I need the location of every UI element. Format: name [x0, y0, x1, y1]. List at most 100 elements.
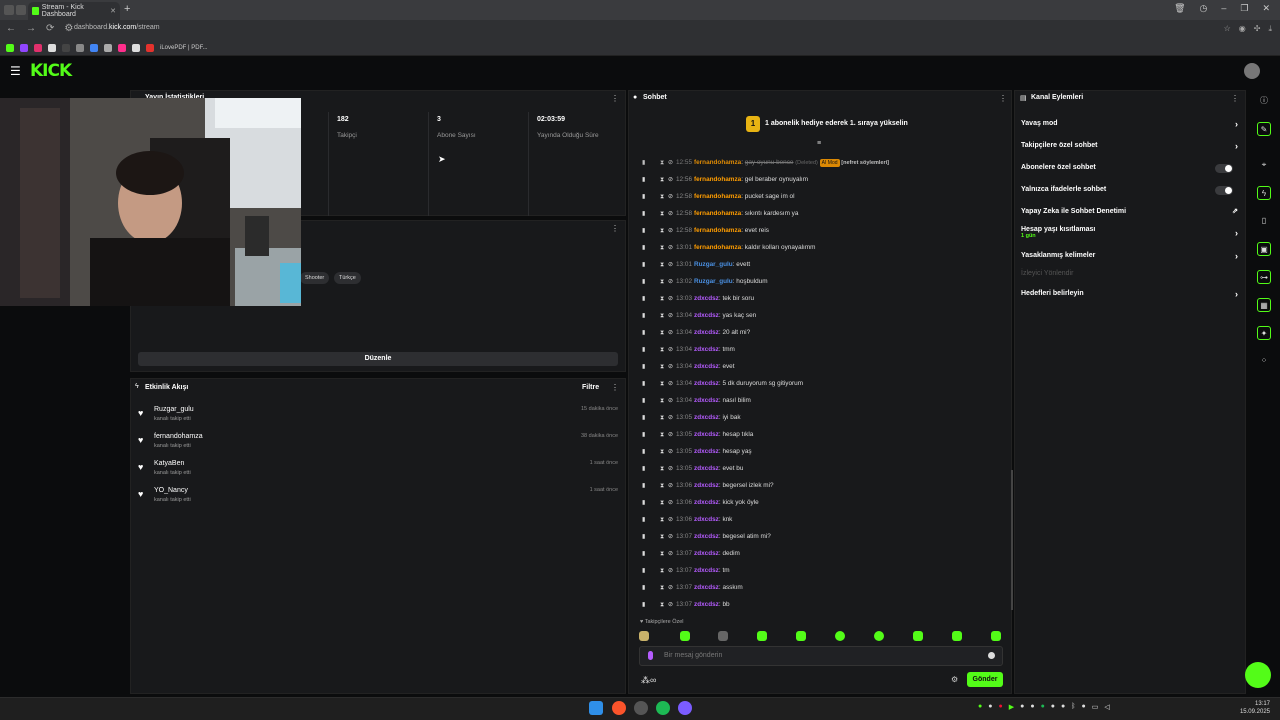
trash-icon[interactable]: ▮ — [642, 312, 660, 319]
chat-message[interactable]: ▮ ⧗ ⊘ 13:04 zdxcdsz: nasıl bilim — [642, 397, 1010, 413]
chat-points[interactable]: ⁂∞ — [641, 675, 656, 686]
ban-icon[interactable]: ⊘ — [668, 193, 676, 200]
chat-message[interactable]: ▮ ⧗ ⊘ 13:02 Ruzgar_gulu: hoşbuldum — [642, 278, 1010, 294]
chat-message[interactable]: ▮ ⧗ ⊘ 13:05 zdxcdsz: hesap yaş — [642, 448, 1010, 464]
maximize-icon[interactable]: ❐ — [1240, 3, 1248, 14]
ban-icon[interactable]: ⊘ — [668, 431, 676, 438]
trash-icon[interactable]: ▮ — [642, 584, 660, 591]
channel-action-row[interactable]: Hesap yaşı kısıtlaması 1 gün › — [1021, 226, 1241, 239]
bookmark-kick-icon[interactable] — [6, 43, 14, 52]
emote[interactable] — [718, 631, 728, 641]
tray-app-icon[interactable]: ● — [978, 703, 982, 711]
timeout-icon[interactable]: ⧗ — [660, 228, 668, 235]
timeout-icon[interactable]: ⧗ — [660, 568, 668, 575]
channel-action-row[interactable]: Takipçilere özel sohbet › — [1021, 141, 1241, 151]
timeout-icon[interactable]: ⧗ — [660, 313, 668, 320]
trash-icon[interactable]: ▮ — [642, 601, 660, 608]
message-user[interactable]: Ruzgar_gulu — [694, 261, 733, 268]
back-icon[interactable]: ← — [6, 23, 16, 34]
pinned-chevron-icon[interactable]: ≡ — [817, 140, 821, 147]
rail-apps-icon[interactable]: ⁘ — [1257, 354, 1271, 368]
rail-edit-icon[interactable]: ✎ — [1257, 122, 1271, 136]
timeout-icon[interactable]: ⧗ — [660, 160, 668, 167]
trash-icon[interactable]: ▮ — [642, 516, 660, 523]
message-user[interactable]: fernandohamza — [694, 176, 741, 183]
download-icon[interactable]: ⤓ — [1268, 24, 1272, 34]
trash-icon[interactable]: ▮ — [642, 159, 660, 166]
info-menu-icon[interactable]: ⋮ — [611, 224, 619, 233]
discord-icon[interactable] — [678, 701, 692, 715]
ban-icon[interactable]: ⊘ — [668, 346, 676, 353]
bookmark-ilovepdf-icon[interactable] — [146, 43, 154, 52]
bookmark-twitch-icon[interactable] — [20, 43, 28, 52]
chat-message[interactable]: ▮ ⧗ ⊘ 13:05 zdxcdsz: evet bu — [642, 465, 1010, 481]
message-user[interactable]: fernandohamza — [694, 193, 741, 200]
trash-icon[interactable]: ▮ — [642, 414, 660, 421]
message-user[interactable]: fernandohamza — [694, 227, 741, 234]
emote[interactable] — [991, 631, 1001, 641]
chat-message[interactable]: ▮ ⧗ ⊘ 13:07 zdxcdsz: asskım — [642, 584, 1010, 600]
trash-icon[interactable]: ▮ — [642, 210, 660, 217]
message-user[interactable]: zdxcdsz — [694, 414, 719, 421]
ban-icon[interactable]: ⊘ — [668, 584, 676, 591]
emote[interactable] — [680, 631, 690, 641]
chat-menu-icon[interactable]: ⋮ — [999, 94, 1007, 103]
trash-icon[interactable]: ▮ — [642, 431, 660, 438]
chat-message[interactable]: ▮ ⧗ ⊘ 13:07 zdxcdsz: tm — [642, 567, 1010, 583]
message-user[interactable]: zdxcdsz — [694, 312, 719, 319]
activity-menu-icon[interactable]: ⋮ — [611, 383, 619, 392]
timeout-icon[interactable]: ⧗ — [660, 381, 668, 388]
bookmark-tiktok-icon[interactable] — [62, 43, 70, 52]
ban-icon[interactable]: ⊘ — [668, 312, 676, 319]
mic-icon[interactable] — [648, 651, 653, 660]
toggle-switch[interactable] — [1215, 164, 1233, 173]
trash-icon[interactable]: ▮ — [642, 176, 660, 183]
message-user[interactable]: zdxcdsz — [694, 380, 719, 387]
ban-icon[interactable]: ⊘ — [668, 363, 676, 370]
hamburger-menu-icon[interactable]: ☰ — [10, 64, 21, 78]
rail-info-icon[interactable]: ⓘ — [1257, 94, 1271, 108]
activity-filter-button[interactable]: Filtre — [582, 384, 599, 391]
emote[interactable] — [639, 631, 649, 641]
emote[interactable] — [874, 631, 884, 641]
timeout-icon[interactable]: ⧗ — [660, 296, 668, 303]
tray-network-icon[interactable]: ▭ — [1092, 703, 1099, 711]
tray-app-icon[interactable]: ● — [998, 703, 1002, 711]
emote[interactable] — [913, 631, 923, 641]
timeout-icon[interactable]: ⧗ — [660, 585, 668, 592]
chat-settings-gear-icon[interactable]: ⚙ — [951, 675, 958, 684]
trash-icon[interactable]: ▮ — [642, 227, 660, 234]
message-user[interactable]: zdxcdsz — [694, 363, 719, 370]
timeout-icon[interactable]: ⧗ — [660, 449, 668, 456]
bookmark-icon[interactable] — [132, 43, 140, 52]
message-user[interactable]: zdxcdsz — [694, 448, 719, 455]
trash-icon[interactable]: ▮ — [642, 329, 660, 336]
trash-icon[interactable]: 🗑 — [1174, 3, 1185, 14]
channel-action-row[interactable]: Hedefleri belirleyin › — [1021, 289, 1241, 299]
taskbar-clock[interactable]: 13:17 15.09.2025 — [1240, 700, 1270, 716]
timeout-icon[interactable]: ⧗ — [660, 347, 668, 354]
timeout-icon[interactable]: ⧗ — [660, 330, 668, 337]
chat-message[interactable]: ▮ ⧗ ⊘ 13:07 zdxcdsz: begesel atim mi? — [642, 533, 1010, 549]
tab-close-icon[interactable]: ✕ — [110, 7, 116, 15]
chat-message[interactable]: ▮ ⧗ ⊘ 13:07 zdxcdsz: dedim — [642, 550, 1010, 566]
trash-icon[interactable]: ▮ — [642, 567, 660, 574]
activity-item[interactable]: ♥ YO_Nancy kanalı takip etti 1 saat önce — [138, 487, 618, 513]
chat-message[interactable]: ▮ ⧗ ⊘ 13:04 zdxcdsz: 5 dk duruyorum sg gitiy… — [642, 380, 1010, 396]
chat-message[interactable]: ▮ ⧗ ⊘ 12:58 fernandohamza: pucket sage im ol — [642, 193, 1010, 209]
ban-icon[interactable]: ⊘ — [668, 448, 676, 455]
channel-action-row[interactable]: Yasaklanmış kelimeler › — [1021, 251, 1241, 261]
brave-browser-icon[interactable] — [612, 701, 626, 715]
activity-item[interactable]: ♥ KatyaBen kanalı takip etti 1 saat önce — [138, 460, 618, 486]
tray-app-icon[interactable]: ● — [988, 703, 992, 711]
tray-bluetooth-icon[interactable]: ᛒ — [1071, 703, 1075, 711]
chat-message[interactable]: ▮ ⧗ ⊘ 12:58 fernandohamza: sıkıntı kardesım … — [642, 210, 1010, 226]
trash-icon[interactable]: ▮ — [642, 363, 660, 370]
timeout-icon[interactable]: ⧗ — [660, 500, 668, 507]
rail-lightning-icon[interactable]: ϟ — [1257, 186, 1271, 200]
trash-icon[interactable]: ▮ — [642, 533, 660, 540]
new-tab-icon[interactable]: + — [124, 3, 130, 15]
kick-logo[interactable]: KICK — [30, 61, 72, 81]
chat-message[interactable]: ▮ ⧗ ⊘ 13:04 zdxcdsz: evet — [642, 363, 1010, 379]
reload-icon[interactable]: ⟳ — [46, 23, 54, 34]
